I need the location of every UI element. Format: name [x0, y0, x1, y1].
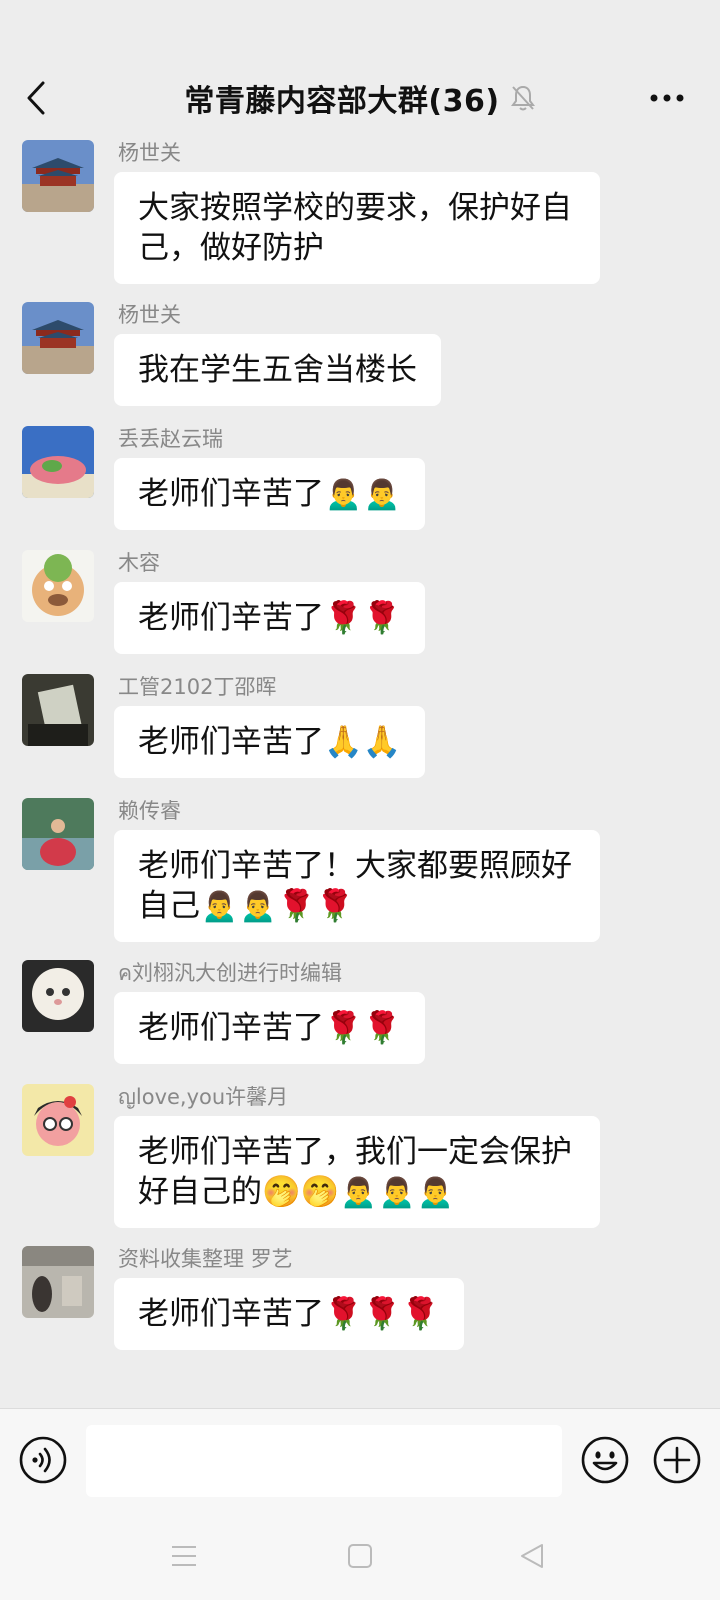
- avatar[interactable]: [22, 798, 94, 870]
- message-bubble[interactable]: 老师们辛苦了，我们一定会保护好自己的🤭🤭🙍‍♂️🙍‍♂️🙍‍♂️: [114, 1116, 600, 1228]
- system-nav-bar: [0, 1508, 720, 1600]
- avatar[interactable]: [22, 550, 94, 622]
- more-dots-icon: [650, 94, 684, 102]
- avatar[interactable]: [22, 302, 94, 374]
- message-bubble[interactable]: 老师们辛苦了🙏🙏: [114, 706, 426, 778]
- avatar[interactable]: [22, 426, 94, 498]
- chat-title: 常青藤内容部大群(36): [184, 84, 500, 119]
- composer-bar: [0, 1408, 720, 1509]
- bell-off-icon: [510, 85, 535, 111]
- nav-home-button[interactable]: [338, 1534, 382, 1578]
- plus-button[interactable]: [652, 1435, 702, 1485]
- sender-name: 杨世关: [118, 303, 181, 327]
- sender-name: ญlove,you许馨月: [118, 1085, 289, 1109]
- menu-icon: [172, 1546, 196, 1566]
- message-bubble[interactable]: 老师们辛苦了🌹🌹: [114, 992, 426, 1064]
- nav-menu-button[interactable]: [162, 1534, 206, 1578]
- sender-name: ค刘栩汎大创进行时编辑: [118, 961, 343, 985]
- nav-back-button[interactable]: [510, 1534, 554, 1578]
- title-area: 常青藤内容部大群(36): [0, 76, 720, 120]
- chat-header: 常青藤内容部大群(36): [0, 0, 720, 132]
- sender-name: 工管2102丁邵晖: [118, 675, 277, 699]
- message-bubble[interactable]: 老师们辛苦了！大家都要照顾好自己🙍‍♂️🙍‍♂️🌹🌹: [114, 830, 600, 942]
- sender-name: 木容: [118, 551, 160, 575]
- emoji-icon: [581, 1436, 629, 1484]
- back-triangle-icon: [521, 1544, 543, 1568]
- message-bubble[interactable]: 大家按照学校的要求，保护好自己，做好防护: [114, 172, 600, 284]
- voice-icon: [19, 1436, 67, 1484]
- message-bubble[interactable]: 老师们辛苦了🌹🌹🌹: [114, 1278, 464, 1350]
- sender-name: 资料收集整理 罗艺: [118, 1247, 293, 1271]
- message-input[interactable]: [86, 1425, 562, 1497]
- plus-icon: [653, 1436, 701, 1484]
- avatar[interactable]: [22, 674, 94, 746]
- avatar[interactable]: [22, 1246, 94, 1318]
- voice-button[interactable]: [18, 1435, 68, 1485]
- avatar[interactable]: [22, 1084, 94, 1156]
- sender-name: 赖传睿: [118, 799, 181, 823]
- avatar[interactable]: [22, 960, 94, 1032]
- sender-name: 丢丢赵云瑞: [118, 427, 223, 451]
- message-bubble[interactable]: 我在学生五舍当楼长: [114, 334, 441, 406]
- sender-name: 杨世关: [118, 141, 181, 165]
- home-square-icon: [348, 1544, 372, 1568]
- message-bubble[interactable]: 老师们辛苦了🙍‍♂️🙍‍♂️: [114, 458, 426, 530]
- message-list[interactable]: 杨世关 大家按照学校的要求，保护好自己，做好防护 杨世关 我在学生五舍当楼长 丢…: [0, 132, 720, 1408]
- more-options-button[interactable]: [642, 78, 692, 118]
- avatar[interactable]: [22, 140, 94, 212]
- emoji-button[interactable]: [580, 1435, 630, 1485]
- message-bubble[interactable]: 老师们辛苦了🌹🌹: [114, 582, 426, 654]
